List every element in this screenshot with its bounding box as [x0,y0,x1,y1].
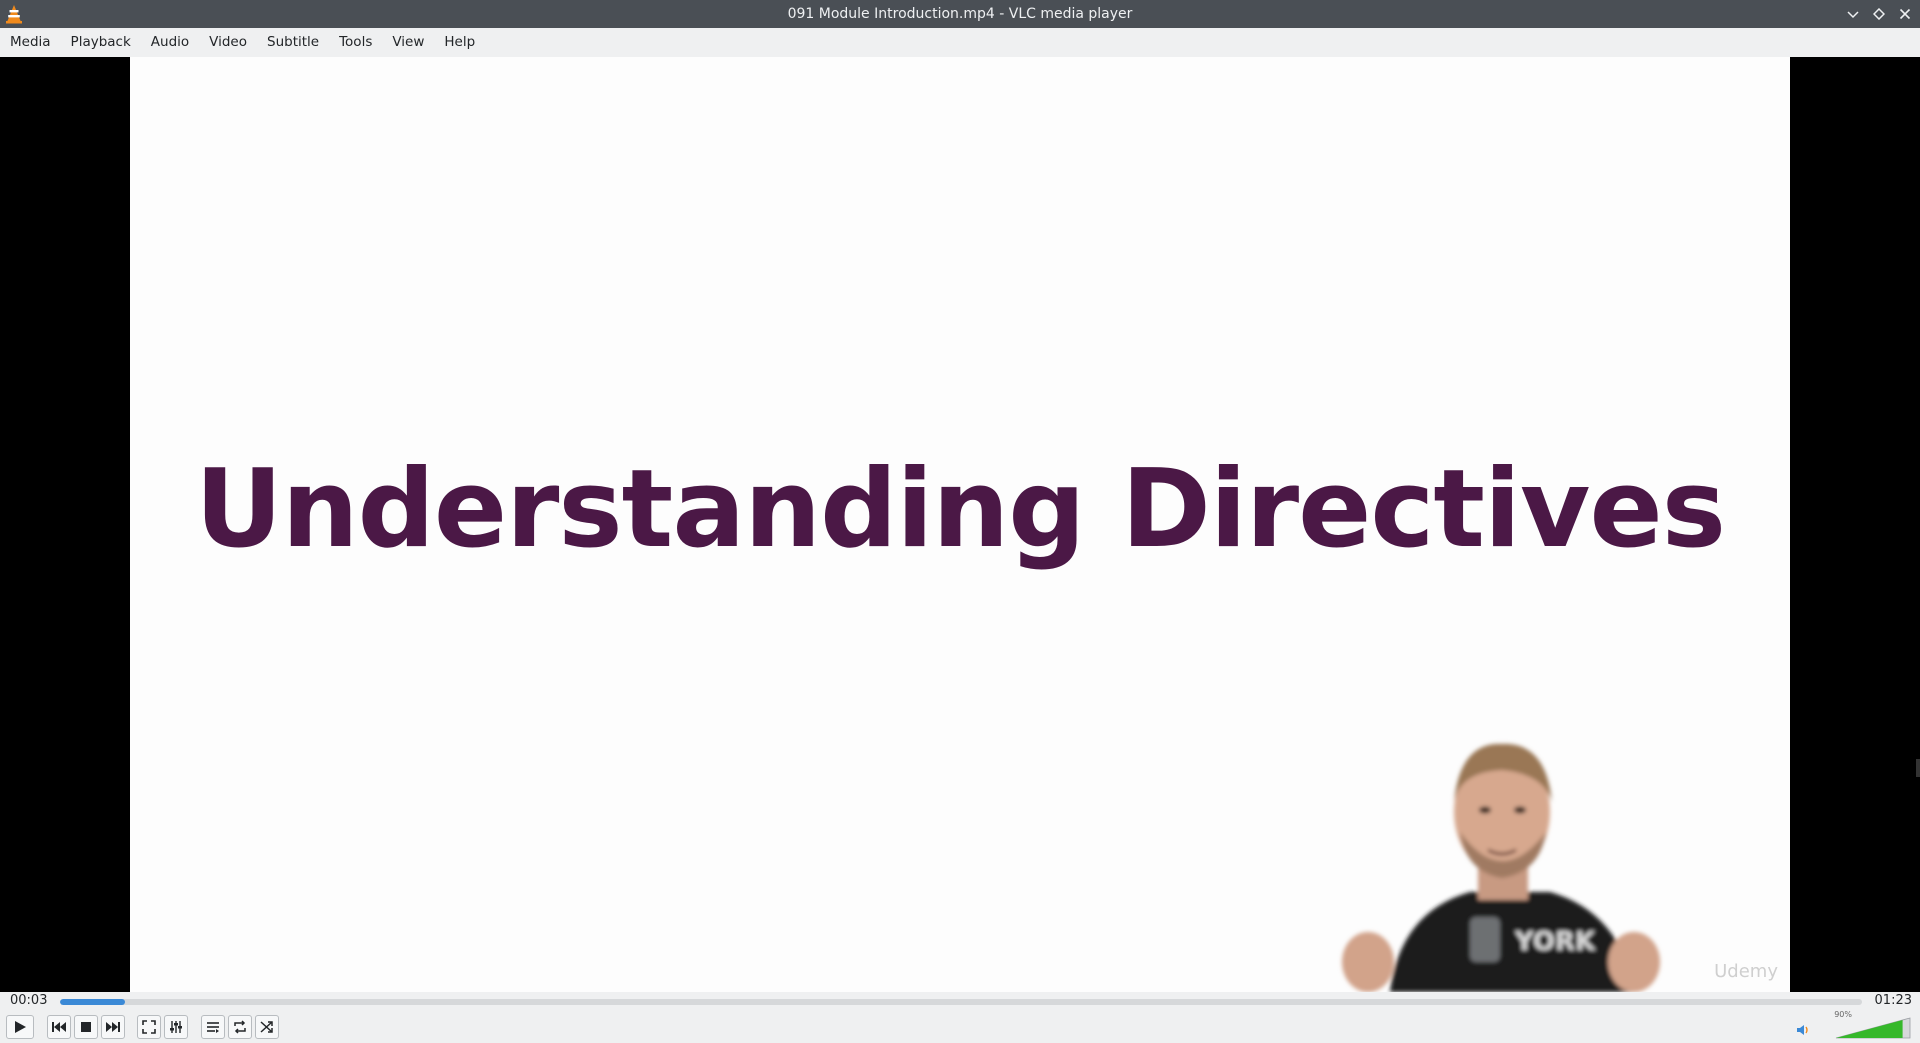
slide-title: Understanding Directives [195,447,1726,572]
watermark-logo: Udemy [1714,961,1778,982]
vlc-cone-icon [5,4,23,24]
resize-handle[interactable] [1916,759,1920,777]
speaker-icon[interactable] [1796,1022,1810,1041]
extended-settings-icon [169,1020,183,1034]
playlist-icon [206,1020,220,1034]
menu-media[interactable]: Media [0,28,61,57]
minimize-icon[interactable] [1844,5,1862,23]
menu-subtitle[interactable]: Subtitle [257,28,329,57]
window-controls [1844,0,1914,28]
play-icon [13,1020,27,1034]
shuffle-icon [260,1020,274,1034]
menu-tools[interactable]: Tools [329,28,382,57]
shuffle-button[interactable] [255,1015,279,1039]
previous-icon [51,1021,67,1033]
menu-audio[interactable]: Audio [141,28,199,57]
next-icon [105,1021,121,1033]
menu-playback[interactable]: Playback [61,28,141,57]
loop-icon [233,1020,247,1034]
presenter-figure: YORK [1342,743,1660,992]
volume-control[interactable]: 90% [1797,1010,1912,1040]
video-frame: Understanding Directives YORK Udemy [130,57,1790,992]
window-title: 091 Module Introduction.mp4 - VLC media … [787,6,1133,22]
fullscreen-icon [142,1020,156,1034]
window-titlebar: 091 Module Introduction.mp4 - VLC media … [0,0,1920,28]
menu-view[interactable]: View [382,28,434,57]
previous-button[interactable] [47,1015,71,1039]
seek-progress-fill [60,999,125,1005]
stop-button[interactable] [74,1015,98,1039]
maximize-icon[interactable] [1870,5,1888,23]
menu-video[interactable]: Video [199,28,257,57]
volume-slider[interactable] [1834,1016,1912,1040]
total-time[interactable]: 01:23 [1875,993,1912,1008]
seek-row: 00:03 01:23 [0,992,1920,1010]
video-display[interactable]: Understanding Directives YORK Udemy [0,57,1920,992]
play-button[interactable] [6,1015,34,1039]
loop-button[interactable] [228,1015,252,1039]
close-icon[interactable] [1896,5,1914,23]
svg-text:YORK: YORK [1514,927,1596,957]
seek-slider[interactable] [60,999,1862,1005]
controls-bar: 90% [0,1010,1920,1043]
elapsed-time[interactable]: 00:03 [10,993,47,1008]
playlist-button[interactable] [201,1015,225,1039]
menu-help[interactable]: Help [434,28,485,57]
next-button[interactable] [101,1015,125,1039]
extended-settings-button[interactable] [164,1015,188,1039]
fullscreen-button[interactable] [137,1015,161,1039]
stop-icon [80,1021,92,1033]
menu-bar: Media Playback Audio Video Subtitle Tool… [0,28,1920,57]
